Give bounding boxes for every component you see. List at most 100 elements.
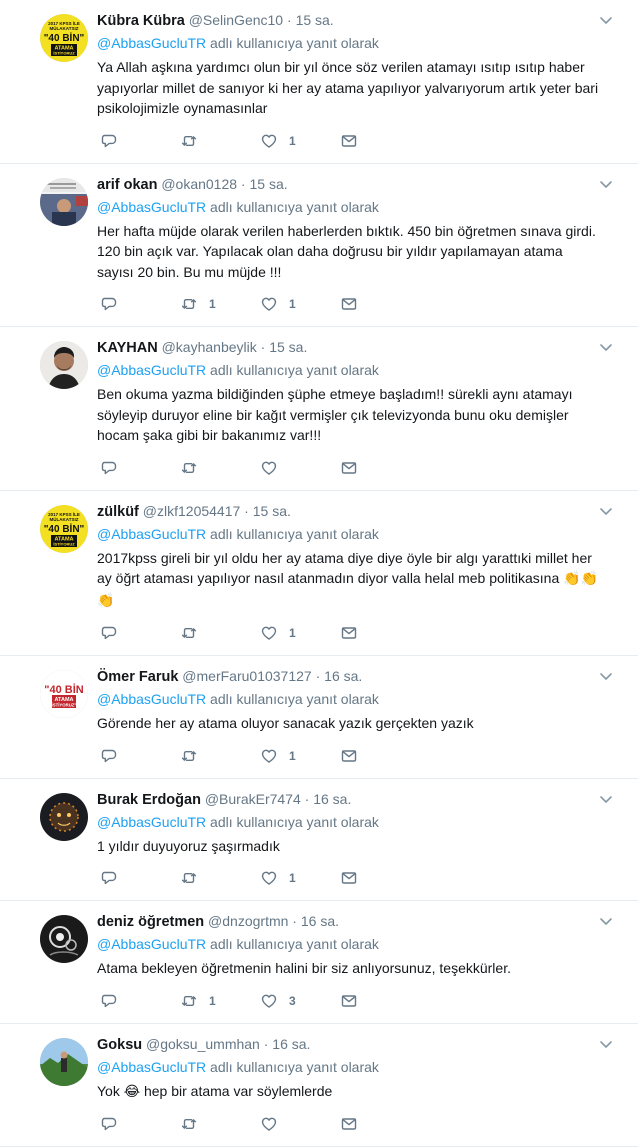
- tweet[interactable]: arif okan @okan0128 · 15 sa.@AbbasGucluT…: [0, 164, 638, 328]
- username[interactable]: @merFaru01037127: [182, 668, 311, 684]
- retweet-button[interactable]: [181, 460, 261, 476]
- reply-mention-link[interactable]: @AbbasGucluTR: [97, 526, 206, 542]
- fullname[interactable]: arif okan: [97, 177, 157, 193]
- retweet-button[interactable]: 1: [181, 296, 261, 312]
- more-options-button[interactable]: [598, 913, 614, 929]
- avatar[interactable]: [40, 178, 88, 226]
- reply-label: adlı kullanıcıya yanıt olarak: [206, 526, 379, 542]
- tweet-text: Yok 😂 hep bir atama var söylemlerde: [97, 1081, 602, 1103]
- retweet-icon: [181, 625, 197, 641]
- reply-mention-link[interactable]: @AbbasGucluTR: [97, 35, 206, 51]
- more-options-button[interactable]: [598, 1036, 614, 1052]
- fullname[interactable]: Goksu: [97, 1037, 142, 1053]
- timestamp[interactable]: 15 sa.: [269, 339, 307, 355]
- timestamp[interactable]: 15 sa.: [253, 503, 291, 519]
- retweet-button[interactable]: [181, 1116, 261, 1132]
- avatar[interactable]: 2017 KPSS İLE MÜLAKATSIZ "40 BİN" ATAMA …: [40, 505, 88, 553]
- avatar[interactable]: [40, 915, 88, 963]
- direct-message-button[interactable]: [341, 993, 361, 1009]
- retweet-button[interactable]: [181, 870, 261, 886]
- like-button[interactable]: 1: [261, 748, 341, 764]
- tweet-text-part: Görende her ay atama oluyor sanacak yazı…: [97, 715, 474, 731]
- timestamp[interactable]: 16 sa.: [313, 791, 351, 807]
- tweet[interactable]: Goksu @goksu_ummhan · 16 sa.@AbbasGucluT…: [0, 1024, 638, 1147]
- direct-message-button[interactable]: [341, 460, 361, 476]
- like-button[interactable]: 3: [261, 993, 341, 1009]
- direct-message-button[interactable]: [341, 870, 361, 886]
- like-button[interactable]: 1: [261, 133, 341, 149]
- avatar[interactable]: [40, 1038, 88, 1086]
- reply-button[interactable]: [101, 1116, 181, 1132]
- reply-mention-link[interactable]: @AbbasGucluTR: [97, 199, 206, 215]
- username[interactable]: @dnzogrtmn: [208, 913, 288, 929]
- reply-button[interactable]: [101, 460, 181, 476]
- direct-message-button[interactable]: [341, 296, 361, 312]
- replying-to: @AbbasGucluTR adlı kullanıcıya yanıt ola…: [97, 360, 626, 380]
- avatar[interactable]: "40 BİN ATAMA İSTİYORUZ": [40, 670, 88, 718]
- more-options-button[interactable]: [598, 176, 614, 192]
- tweet[interactable]: 2017 KPSS İLE MÜLAKATSIZ "40 BİN" ATAMA …: [0, 491, 638, 657]
- tweet-text: Atama bekleyen öğretmenin halini bir siz…: [97, 958, 602, 979]
- timestamp[interactable]: 16 sa.: [324, 668, 362, 684]
- reply-button[interactable]: [101, 133, 181, 149]
- reply-mention-link[interactable]: @AbbasGucluTR: [97, 936, 206, 952]
- fullname[interactable]: KAYHAN: [97, 340, 158, 356]
- fullname[interactable]: deniz öğretmen: [97, 914, 204, 930]
- fullname[interactable]: Burak Erdoğan: [97, 792, 201, 808]
- retweet-button[interactable]: [181, 625, 261, 641]
- retweet-button[interactable]: 1: [181, 993, 261, 1009]
- avatar[interactable]: 2017 KPSS İLE MÜLAKATSIZ "40 BİN" ATAMA …: [40, 14, 88, 62]
- more-options-button[interactable]: [598, 503, 614, 519]
- reply-mention-link[interactable]: @AbbasGucluTR: [97, 814, 206, 830]
- direct-message-button[interactable]: [341, 625, 361, 641]
- reply-mention-link[interactable]: @AbbasGucluTR: [97, 1059, 206, 1075]
- retweet-button[interactable]: [181, 133, 261, 149]
- username[interactable]: @zlkf12054417: [143, 503, 241, 519]
- reply-button[interactable]: [101, 748, 181, 764]
- reply-button[interactable]: [101, 993, 181, 1009]
- timestamp[interactable]: 16 sa.: [272, 1036, 310, 1052]
- username[interactable]: @okan0128: [161, 176, 237, 192]
- tweet[interactable]: 2017 KPSS İLE MÜLAKATSIZ "40 BİN" ATAMA …: [0, 0, 638, 164]
- like-button[interactable]: 1: [261, 870, 341, 886]
- like-button[interactable]: [261, 1116, 341, 1132]
- avatar[interactable]: [40, 341, 88, 389]
- username[interactable]: @BurakEr7474: [205, 791, 301, 807]
- more-options-button[interactable]: [598, 791, 614, 807]
- timestamp[interactable]: 15 sa.: [250, 176, 288, 192]
- like-button[interactable]: [261, 460, 341, 476]
- tweet-text-part: hep bir atama var söylemlerde: [140, 1083, 332, 1099]
- timestamp[interactable]: 16 sa.: [301, 913, 339, 929]
- reply-button[interactable]: [101, 296, 181, 312]
- fullname[interactable]: Ömer Faruk: [97, 669, 178, 685]
- retweet-icon: [181, 748, 197, 764]
- more-options-button[interactable]: [598, 12, 614, 28]
- reply-mention-link[interactable]: @AbbasGucluTR: [97, 362, 206, 378]
- chevron-down-icon: [598, 179, 614, 195]
- more-options-button[interactable]: [598, 339, 614, 355]
- retweet-button[interactable]: [181, 748, 261, 764]
- reply-mention-link[interactable]: @AbbasGucluTR: [97, 691, 206, 707]
- timestamp[interactable]: 15 sa.: [296, 12, 334, 28]
- reply-button[interactable]: [101, 870, 181, 886]
- username[interactable]: @kayhanbeylik: [162, 339, 257, 355]
- tweet-actions: 1: [97, 866, 626, 890]
- fullname[interactable]: Kübra Kübra: [97, 13, 185, 29]
- reply-button[interactable]: [101, 625, 181, 641]
- more-options-button[interactable]: [598, 668, 614, 684]
- direct-message-button[interactable]: [341, 133, 361, 149]
- fullname[interactable]: zülküf: [97, 504, 139, 520]
- svg-text:İSTİYORUZ: İSTİYORUZ: [53, 51, 75, 56]
- like-button[interactable]: 1: [261, 296, 341, 312]
- tweet[interactable]: deniz öğretmen @dnzogrtmn · 16 sa.@Abbas…: [0, 901, 638, 1024]
- tweet-text-part: Ya Allah aşkına yardımcı olun bir yıl ön…: [97, 59, 598, 116]
- direct-message-button[interactable]: [341, 1116, 361, 1132]
- tweet[interactable]: "40 BİN ATAMA İSTİYORUZ" Ömer Faruk @merF…: [0, 656, 638, 779]
- avatar[interactable]: [40, 793, 88, 841]
- tweet[interactable]: Burak Erdoğan @BurakEr7474 · 16 sa.@Abba…: [0, 779, 638, 902]
- username[interactable]: @goksu_ummhan: [146, 1036, 260, 1052]
- like-button[interactable]: 1: [261, 625, 341, 641]
- direct-message-button[interactable]: [341, 748, 361, 764]
- tweet[interactable]: KAYHAN @kayhanbeylik · 15 sa.@AbbasGuclu…: [0, 327, 638, 491]
- username[interactable]: @SelinGenc10: [189, 12, 283, 28]
